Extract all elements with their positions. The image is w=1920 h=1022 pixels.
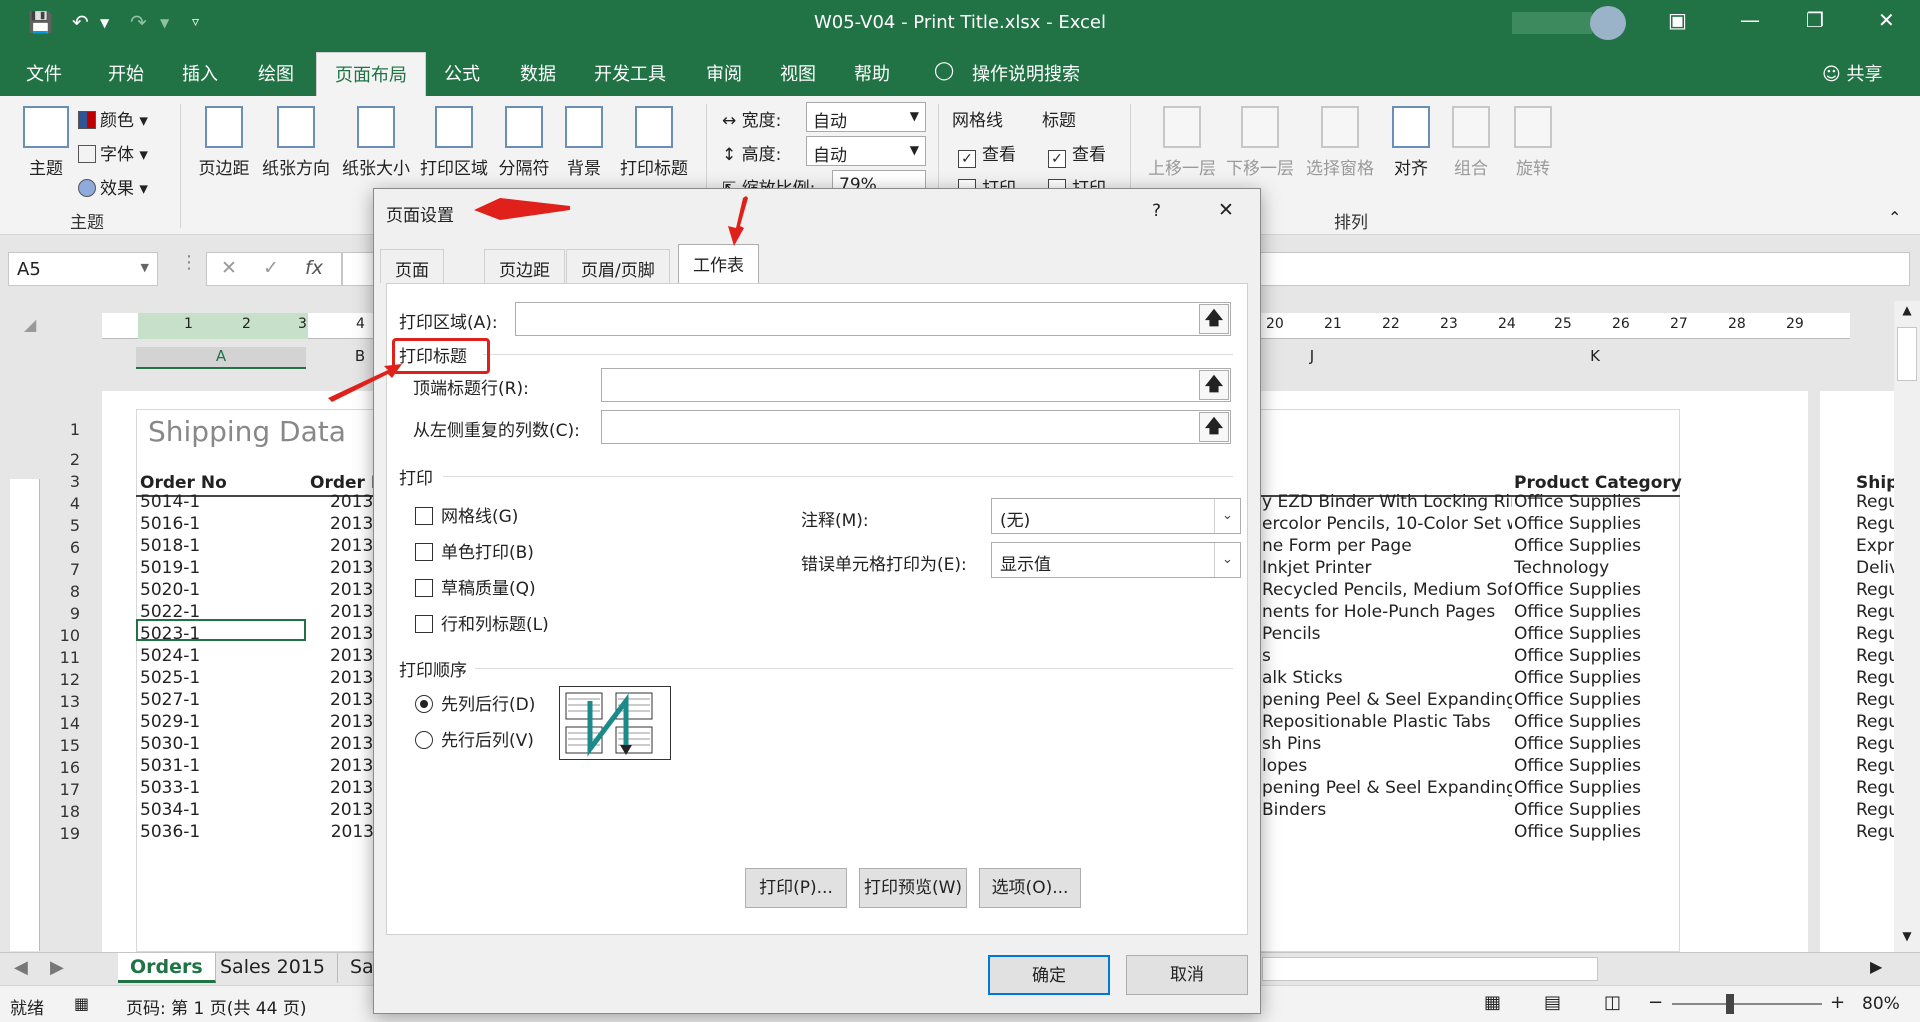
arrow-to-print-titles	[328, 364, 402, 402]
arrow-to-sheet-tab	[728, 196, 748, 246]
arrow-to-dialog-title	[474, 198, 570, 220]
annotation-arrows	[328, 196, 748, 402]
